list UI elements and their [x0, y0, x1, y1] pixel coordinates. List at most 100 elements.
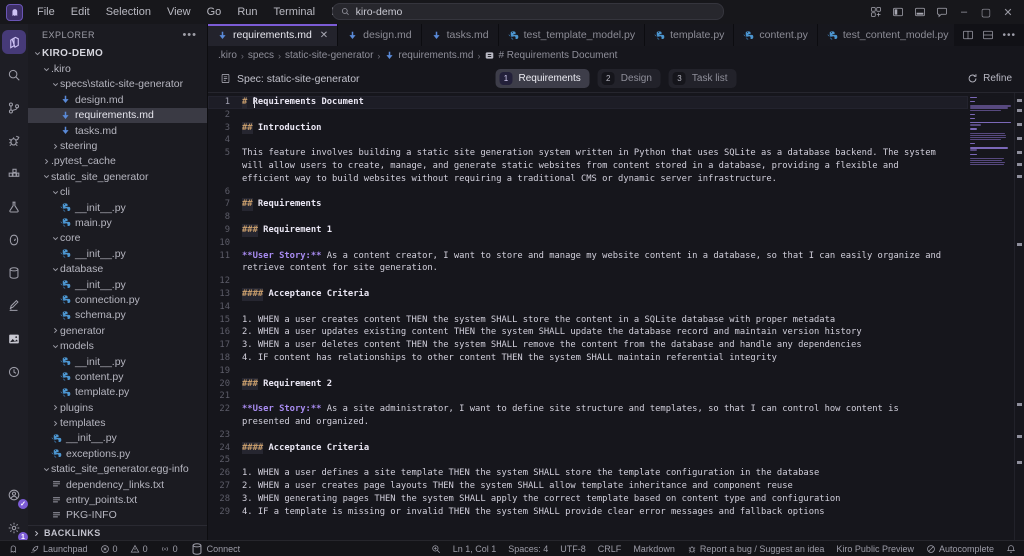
settings-gear-icon[interactable]: 1 — [2, 516, 26, 540]
tree-file[interactable]: requirements.md — [28, 108, 207, 123]
breadcrumb-item[interactable]: requirements.md — [384, 50, 473, 61]
tab-template-py[interactable]: template.py — [645, 24, 734, 46]
status-kiro-public-preview[interactable]: Kiro Public Preview — [836, 544, 914, 554]
breadcrumb-item[interactable]: static-site-generator — [285, 50, 373, 61]
backlinks-section[interactable]: BACKLINKS — [28, 525, 207, 540]
status-kiro-remote-icon[interactable] — [8, 544, 18, 554]
explorer-icon[interactable] — [2, 30, 26, 54]
spec-step-requirements[interactable]: 1Requirements — [496, 69, 590, 88]
tree-folder[interactable]: core — [28, 231, 207, 246]
editor-scrollbar[interactable] — [1014, 93, 1024, 540]
menu-edit[interactable]: Edit — [64, 3, 97, 21]
tree-folder[interactable]: .pytest_cache — [28, 154, 207, 169]
image-icon[interactable] — [2, 327, 26, 351]
breadcrumb-item[interactable]: # Requirements Document — [484, 50, 617, 61]
chat-icon[interactable] — [932, 2, 952, 22]
test-flask-icon[interactable] — [2, 195, 26, 219]
tree-folder[interactable]: database — [28, 261, 207, 276]
tree-folder[interactable]: .kiro — [28, 61, 207, 76]
tree-file[interactable]: __init__.py — [28, 431, 207, 446]
tree-folder[interactable]: static_site_generator.egg-info — [28, 462, 207, 477]
account-icon[interactable]: ✓ — [2, 483, 26, 507]
tree-folder[interactable]: KIRO-DEMO — [28, 46, 207, 61]
minimize-button[interactable]: – — [954, 2, 974, 22]
tree-folder[interactable]: static_site_generator — [28, 169, 207, 184]
tree-folder[interactable]: specs\static-site-generator — [28, 77, 207, 92]
tab-requirements-md[interactable]: requirements.md✕ — [208, 24, 338, 46]
tree-file[interactable]: exceptions.py — [28, 446, 207, 461]
status-spaces-4[interactable]: Spaces: 4 — [508, 544, 548, 554]
menu-selection[interactable]: Selection — [99, 3, 158, 21]
status-ln-1-col-1[interactable]: Ln 1, Col 1 — [453, 544, 497, 554]
split-editor-icon[interactable] — [962, 29, 974, 41]
autofix-icon[interactable] — [2, 294, 26, 318]
tab-close-icon[interactable]: ✕ — [320, 30, 328, 41]
status-report-a-bug-suggest-an-idea[interactable]: Report a bug / Suggest an idea — [687, 544, 825, 554]
status-0[interactable]: 0 — [160, 544, 178, 554]
command-search-box[interactable] — [332, 3, 724, 20]
tree-folder[interactable]: models — [28, 338, 207, 353]
status-connect[interactable]: Connect — [190, 542, 241, 556]
close-button[interactable]: ✕ — [998, 2, 1018, 22]
tree-file[interactable]: dependency_links.txt — [28, 477, 207, 492]
status-0[interactable]: 0 — [130, 544, 148, 554]
status-autocomplete[interactable]: Autocomplete — [926, 544, 994, 554]
tree-folder[interactable]: plugins — [28, 400, 207, 415]
maximize-button[interactable]: ▢ — [976, 2, 996, 22]
tree-file[interactable]: main.py — [28, 215, 207, 230]
tree-file[interactable]: __init__.py — [28, 354, 207, 369]
tree-file[interactable]: design.md — [28, 92, 207, 107]
tab-test-content-model-py[interactable]: test_content_model.py — [818, 24, 955, 46]
status-utf-8[interactable]: UTF-8 — [560, 544, 586, 554]
search-input[interactable] — [356, 6, 715, 18]
debug-icon[interactable] — [2, 129, 26, 153]
spec-step-task-list[interactable]: 3Task list — [669, 69, 737, 88]
tree-folder[interactable]: cli — [28, 185, 207, 200]
menu-run[interactable]: Run — [230, 3, 264, 21]
status-0[interactable]: 0 — [100, 544, 118, 554]
breadcrumb-item[interactable]: .kiro — [218, 50, 237, 61]
tree-file[interactable]: schema.py — [28, 308, 207, 323]
sidebar-toggle-icon[interactable] — [888, 2, 908, 22]
status-launchpad[interactable]: Launchpad — [30, 544, 88, 554]
status-zoom-plus-icon[interactable] — [431, 544, 441, 554]
search-icon[interactable] — [2, 63, 26, 87]
tree-folder[interactable]: steering — [28, 138, 207, 153]
tree-folder[interactable]: templates — [28, 415, 207, 430]
tab-tasks-md[interactable]: tasks.md — [422, 24, 499, 46]
tree-file[interactable]: connection.py — [28, 292, 207, 307]
history-icon[interactable] — [2, 360, 26, 384]
code-editor[interactable]: 1# Requirements Document23## Introductio… — [208, 93, 968, 540]
tab-design-md[interactable]: design.md — [338, 24, 421, 46]
refine-button[interactable]: Refine — [967, 73, 1012, 84]
tree-file[interactable]: __init__.py — [28, 246, 207, 261]
spec-step-design[interactable]: 2Design — [598, 69, 661, 88]
menu-terminal[interactable]: Terminal — [267, 3, 323, 21]
tree-folder[interactable]: generator — [28, 323, 207, 338]
kiro-agent-icon[interactable] — [2, 228, 26, 252]
tree-file[interactable]: template.py — [28, 385, 207, 400]
status-bell-icon[interactable] — [1006, 544, 1016, 554]
tree-file[interactable]: __init__.py — [28, 277, 207, 292]
menu-file[interactable]: File — [30, 3, 62, 21]
tab-test-template-model-py[interactable]: test_template_model.py — [499, 24, 645, 46]
tab-content-py[interactable]: content.py — [734, 24, 817, 46]
tree-file[interactable]: content.py — [28, 369, 207, 384]
panel-toggle-icon[interactable] — [910, 2, 930, 22]
kiro-logo-icon[interactable] — [6, 4, 23, 21]
editor-layout-icon[interactable] — [982, 29, 994, 41]
tree-file[interactable]: PKG-INFO — [28, 508, 207, 523]
tree-file[interactable]: tasks.md — [28, 123, 207, 138]
explorer-more-icon[interactable]: ••• — [182, 29, 197, 41]
tree-file[interactable]: __init__.py — [28, 200, 207, 215]
breadcrumb-item[interactable]: specs — [248, 50, 274, 61]
tree-file[interactable]: entry_points.txt — [28, 492, 207, 507]
database-icon[interactable] — [2, 261, 26, 285]
status-markdown[interactable]: Markdown — [633, 544, 675, 554]
menu-go[interactable]: Go — [200, 3, 229, 21]
more-actions-icon[interactable]: ••• — [1002, 30, 1016, 41]
layout-grid-icon[interactable] — [866, 2, 886, 22]
minimap[interactable] — [968, 93, 1024, 540]
source-control-icon[interactable] — [2, 96, 26, 120]
menu-view[interactable]: View — [160, 3, 198, 21]
